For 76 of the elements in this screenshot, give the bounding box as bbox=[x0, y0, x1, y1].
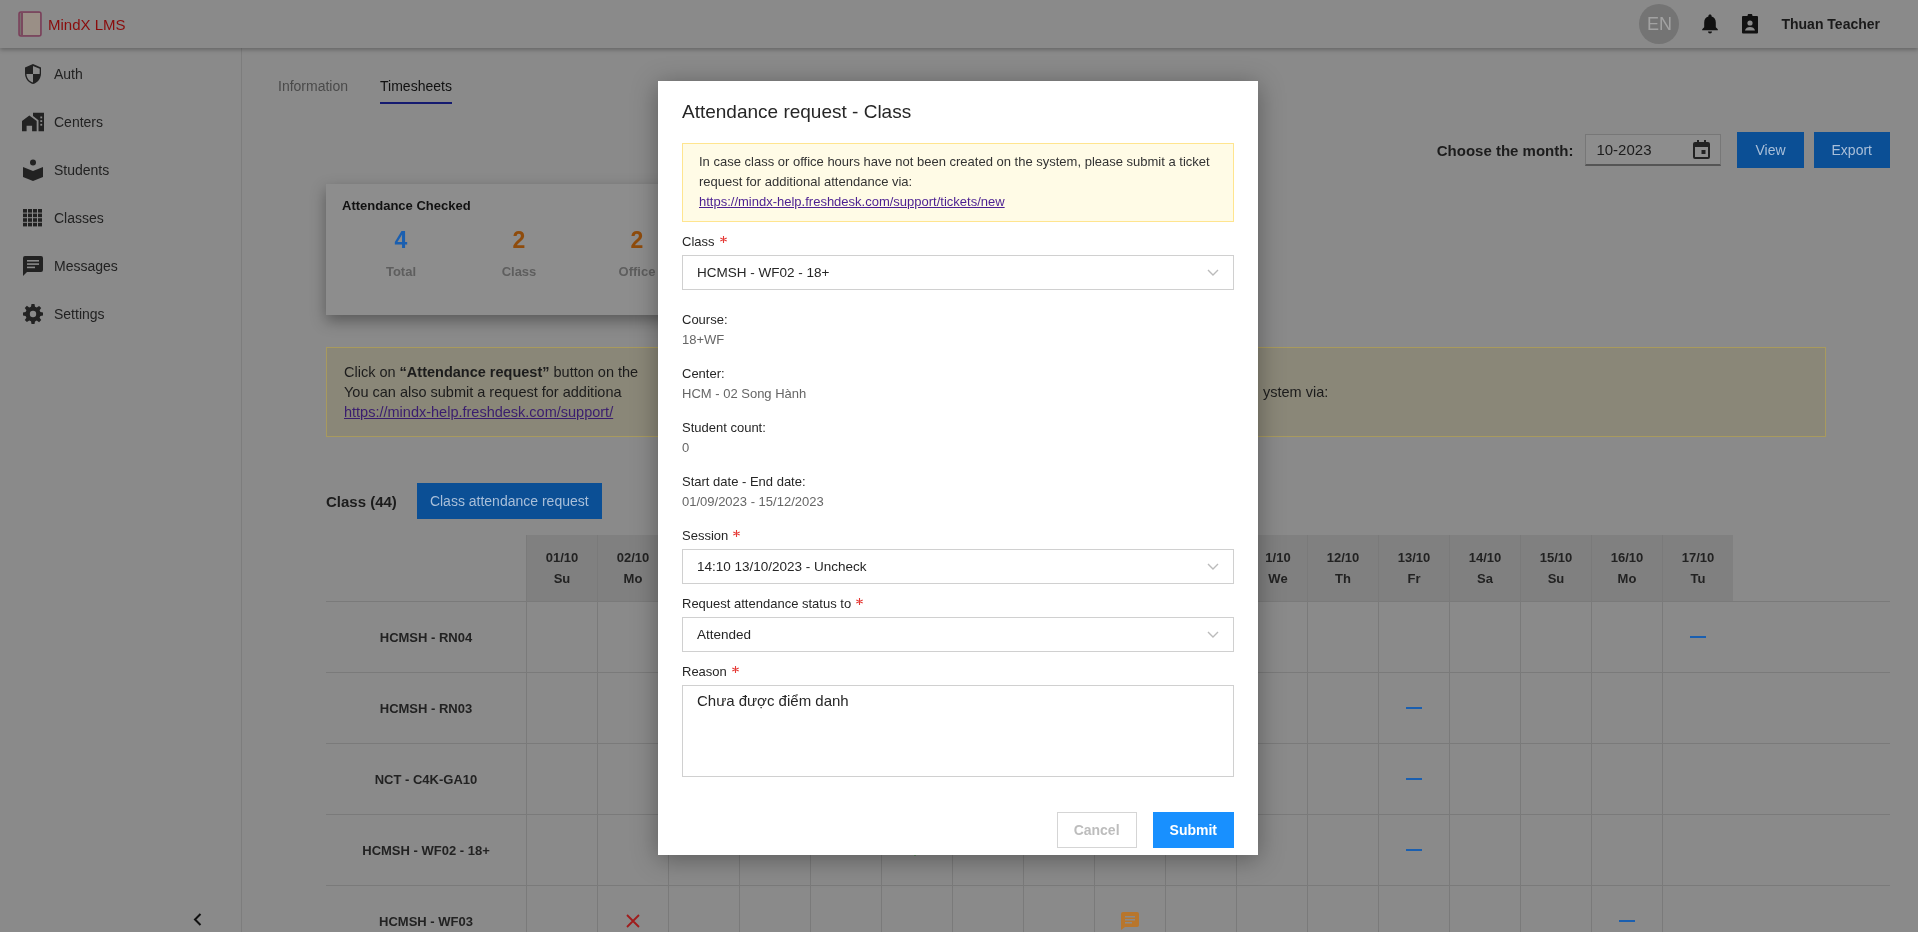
stat-value: 2 bbox=[630, 227, 644, 254]
tab[interactable]: Timesheets bbox=[380, 70, 452, 104]
dash-icon bbox=[1406, 778, 1422, 780]
book-icon bbox=[18, 11, 42, 37]
column-header: 12/10 Th bbox=[1307, 535, 1378, 601]
help-link[interactable]: https://mindx-help.freshdesk.com/support/tickets/new bbox=[699, 194, 1005, 209]
help-link[interactable]: https://mindx-help.freshdesk.com/support/ bbox=[344, 404, 659, 420]
dash-icon bbox=[1619, 920, 1635, 922]
class-name-cell-text: HCMSH - WF03 bbox=[378, 912, 474, 931]
chevron-down-icon bbox=[1207, 631, 1219, 638]
column-header: 15/10 Su bbox=[1520, 535, 1591, 601]
app-logo[interactable]: MindX LMS bbox=[48, 15, 126, 33]
shield-icon bbox=[22, 63, 44, 85]
view-button[interactable]: View bbox=[1737, 132, 1804, 168]
column-header: 01/10 Su bbox=[526, 535, 597, 601]
card-title: Attendance Checked bbox=[342, 198, 471, 213]
sidebar-item[interactable]: Students bbox=[0, 146, 241, 194]
class-attendance-request-button[interactable]: Class attendance request bbox=[416, 483, 602, 519]
grid-icon bbox=[22, 209, 44, 227]
reader-icon bbox=[22, 159, 44, 181]
dash-icon bbox=[1406, 849, 1422, 851]
dialog-title: Attendance request - Class bbox=[682, 101, 913, 123]
column-header: 17/10 Tu bbox=[1662, 535, 1733, 601]
submit-button[interactable]: Submit bbox=[1152, 812, 1234, 848]
sidebar-item[interactable]: Classes bbox=[0, 194, 241, 242]
info-value: 0 bbox=[682, 439, 691, 457]
info-label: Start date - End date: bbox=[682, 473, 807, 491]
sidebar-item[interactable]: Auth bbox=[0, 50, 241, 98]
info-label: Center: bbox=[682, 365, 726, 383]
export-button[interactable]: Export bbox=[1813, 132, 1890, 168]
field-label: Reason bbox=[682, 664, 727, 679]
contact-badge-icon[interactable] bbox=[1741, 14, 1760, 34]
tab[interactable]: Information bbox=[278, 70, 349, 104]
chevron-down-icon bbox=[1207, 269, 1219, 276]
notice-text: In case class or office hours have not been created on the system, please submit a ticket request for additional attendance via: bbox=[699, 153, 1211, 191]
month-field[interactable]: 10-2023 bbox=[1585, 134, 1722, 166]
class-name-cell-text: HCMSH - WF02 - 18+ bbox=[361, 841, 491, 860]
field-label: Session bbox=[682, 528, 729, 543]
field-label: Class bbox=[682, 234, 715, 249]
sidebar-item[interactable]: Centers bbox=[0, 98, 241, 146]
stat-value: 4 bbox=[394, 227, 408, 254]
info-label: Student count: bbox=[682, 419, 767, 437]
message-icon bbox=[22, 256, 44, 276]
stat-value: 2 bbox=[512, 227, 526, 254]
dash-icon bbox=[1690, 636, 1706, 638]
section-title: Class (44) bbox=[326, 492, 397, 510]
select-field[interactable]: Attended bbox=[682, 617, 1234, 652]
settings-icon bbox=[22, 304, 44, 324]
class-name-cell-text: HCMSH - RN04 bbox=[378, 628, 474, 647]
calendar-icon bbox=[1693, 140, 1711, 159]
building-icon bbox=[22, 112, 44, 132]
column-header: 13/10 Fr bbox=[1378, 535, 1449, 601]
cross-icon bbox=[626, 914, 640, 928]
class-name-cell-text: HCMSH - RN03 bbox=[378, 699, 474, 718]
sidebar-item[interactable]: Messages bbox=[0, 242, 241, 290]
reason-field[interactable]: Chưa được điểm danh bbox=[682, 685, 1234, 777]
user-name[interactable]: Thuan Teacher bbox=[1781, 16, 1880, 32]
column-header: 14/10 Sa bbox=[1449, 535, 1520, 601]
info-value: 18+WF bbox=[682, 331, 726, 349]
class-name-cell-text: NCT - C4K-GA10 bbox=[373, 770, 479, 789]
bell-icon[interactable] bbox=[1701, 14, 1720, 34]
select-field[interactable]: HCMSH - WF02 - 18+ bbox=[682, 255, 1234, 290]
dash-icon bbox=[1406, 707, 1422, 709]
field-label: Request attendance status to bbox=[682, 596, 852, 611]
chevron-down-icon bbox=[1207, 563, 1219, 570]
info-label: Course: bbox=[682, 311, 729, 329]
column-header: 16/10 Mo bbox=[1591, 535, 1662, 601]
info-value: HCM - 02 Song Hành bbox=[682, 385, 808, 403]
chevron-left-icon[interactable] bbox=[193, 913, 202, 926]
notice-text: You can also submit a request for additiona bbox=[344, 384, 623, 400]
month-label: Choose the month: bbox=[1436, 141, 1574, 159]
notice-text: ystem via: bbox=[1263, 384, 1329, 400]
select-field[interactable]: 14:10 13/10/2023 - Uncheck bbox=[682, 549, 1234, 584]
info-value: 01/09/2023 - 15/12/2023 bbox=[682, 493, 825, 511]
sidebar-item[interactable]: Settings bbox=[0, 290, 241, 338]
notice-text: Click on “Attendance request” button on the bbox=[344, 364, 640, 380]
